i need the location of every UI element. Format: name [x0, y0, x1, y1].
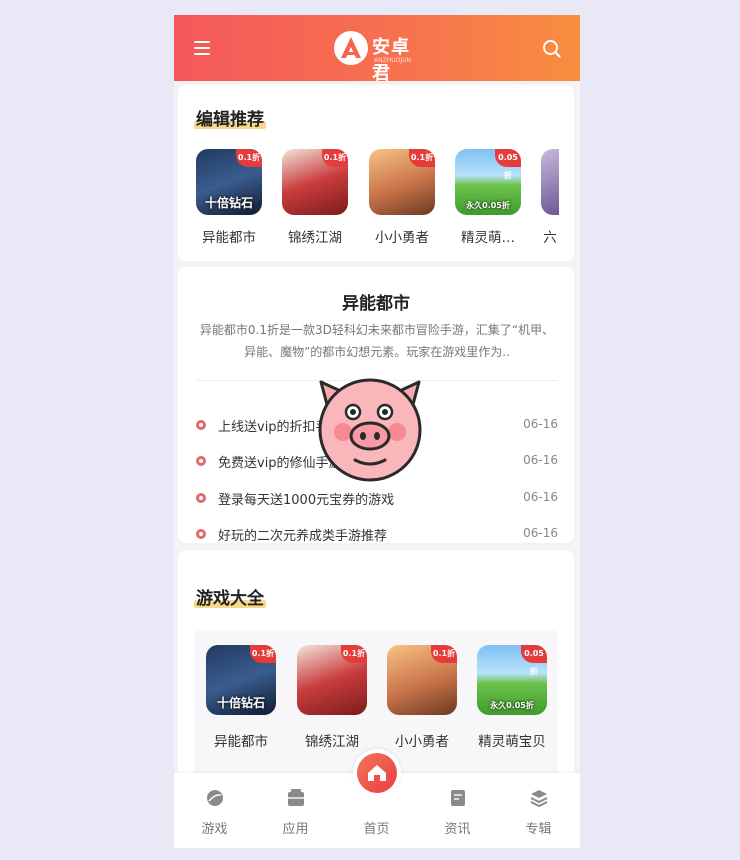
discount-badge: 0.05折 — [521, 645, 547, 676]
tab-app[interactable]: 应用 — [255, 773, 336, 848]
discount-badge: 0.1折 — [236, 149, 262, 167]
app-name[interactable]: 异能都市 — [202, 730, 280, 750]
news-item[interactable]: 登录每天送1000元宝券的游戏 06-16 — [196, 486, 558, 510]
pig-mascot-icon[interactable] — [313, 372, 427, 484]
app-icon[interactable]: 0.1折 — [369, 149, 435, 215]
app-icon — [286, 788, 306, 808]
featured-title[interactable]: 异能都市 — [178, 289, 574, 314]
discount-badge: 0.1折 — [250, 645, 276, 663]
app-icon[interactable]: 0.1折 十倍钻石 — [206, 645, 276, 715]
game-list-section: 游戏大全 0.1折 十倍钻石 异能都市 0.1折 锦绣江湖 0.1折 小小勇者 … — [178, 550, 574, 780]
section-title: 编辑推荐 — [194, 105, 266, 130]
logo-mark-icon — [334, 31, 368, 65]
news-date: 06-16 — [523, 417, 558, 431]
section-title: 游戏大全 — [194, 584, 266, 609]
bottom-tab-bar: 游戏 应用 首页 资讯 专辑 — [174, 749, 580, 848]
tab-game[interactable]: 游戏 — [174, 773, 255, 848]
app-name[interactable]: 小小勇者 — [363, 226, 441, 246]
app-icon[interactable]: 0.1折 十倍钻石 — [196, 149, 262, 215]
album-icon — [529, 788, 549, 808]
app-name[interactable]: 小小勇者 — [383, 730, 461, 750]
home-button[interactable] — [353, 749, 401, 797]
news-date: 06-16 — [523, 526, 558, 540]
news-icon — [448, 788, 468, 808]
tab-label: 资讯 — [444, 822, 471, 837]
app-icon[interactable]: 0.05折 永久0.05折 — [477, 645, 547, 715]
app-icon[interactable] — [541, 149, 559, 215]
tab-label: 专辑 — [525, 822, 552, 837]
app-name[interactable]: 异能都市 — [190, 226, 268, 246]
tab-album[interactable]: 专辑 — [498, 773, 579, 848]
home-icon — [357, 753, 397, 793]
featured-description: 异能都市0.1折是一款3D轻科幻未来都市冒险手游，汇集了“机甲、异能、魔物”的都… — [199, 323, 555, 359]
icon-caption: 永久0.05折 — [490, 701, 534, 710]
tab-label: 应用 — [282, 822, 309, 837]
bullet-icon — [196, 456, 206, 466]
app-header: 安卓君 ANZHUOJUN — [174, 15, 580, 84]
news-title[interactable]: 登录每天送1000元宝券的游戏 — [218, 489, 394, 508]
app-name[interactable]: 锦绣江湖 — [276, 226, 354, 246]
app-icon[interactable]: 0.1折 — [387, 645, 457, 715]
discount-badge: 0.1折 — [409, 149, 435, 167]
app-icon[interactable]: 0.05折 永久0.05折 — [455, 149, 521, 215]
menu-icon[interactable] — [194, 41, 210, 55]
discount-badge: 0.1折 — [322, 149, 348, 167]
tab-news[interactable]: 资讯 — [417, 773, 498, 848]
icon-caption: 十倍钻石 — [216, 696, 265, 710]
app-name[interactable]: 六 — [529, 226, 571, 246]
app-name[interactable]: 精灵萌… — [449, 226, 527, 246]
icon-caption: 十倍钻石 — [204, 196, 253, 210]
discount-badge: 0.1折 — [431, 645, 457, 663]
news-title[interactable]: 好玩的二次元养成类手游推荐 — [218, 525, 387, 544]
tab-label: 游戏 — [201, 822, 228, 837]
app-icon[interactable]: 0.1折 — [297, 645, 367, 715]
icon-caption: 永久0.05折 — [466, 201, 510, 210]
site-logo[interactable]: 安卓君 ANZHUOJUN — [334, 29, 426, 84]
app-name[interactable]: 锦绣江湖 — [293, 730, 371, 750]
discount-badge: 0.05折 — [495, 149, 521, 180]
news-item[interactable]: 好玩的二次元养成类手游推荐 06-16 — [196, 522, 558, 546]
tab-home[interactable]: 首页 — [336, 749, 417, 848]
editor-picks-section: 编辑推荐 0.1折 十倍钻石 异能都市 0.1折 锦绣江湖 0.1折 小小勇者 … — [178, 85, 574, 261]
discount-badge: 0.1折 — [341, 645, 367, 663]
app-icon[interactable]: 0.1折 — [282, 149, 348, 215]
game-icon — [205, 788, 225, 808]
logo-subtext: ANZHUOJUN — [374, 57, 411, 64]
search-icon[interactable] — [542, 39, 562, 59]
tab-label: 首页 — [363, 822, 390, 837]
bullet-icon — [196, 420, 206, 430]
app-name[interactable]: 精灵萌宝贝 — [467, 730, 557, 750]
bullet-icon — [196, 493, 206, 503]
bullet-icon — [196, 529, 206, 539]
news-date: 06-16 — [523, 453, 558, 467]
news-date: 06-16 — [523, 490, 558, 504]
